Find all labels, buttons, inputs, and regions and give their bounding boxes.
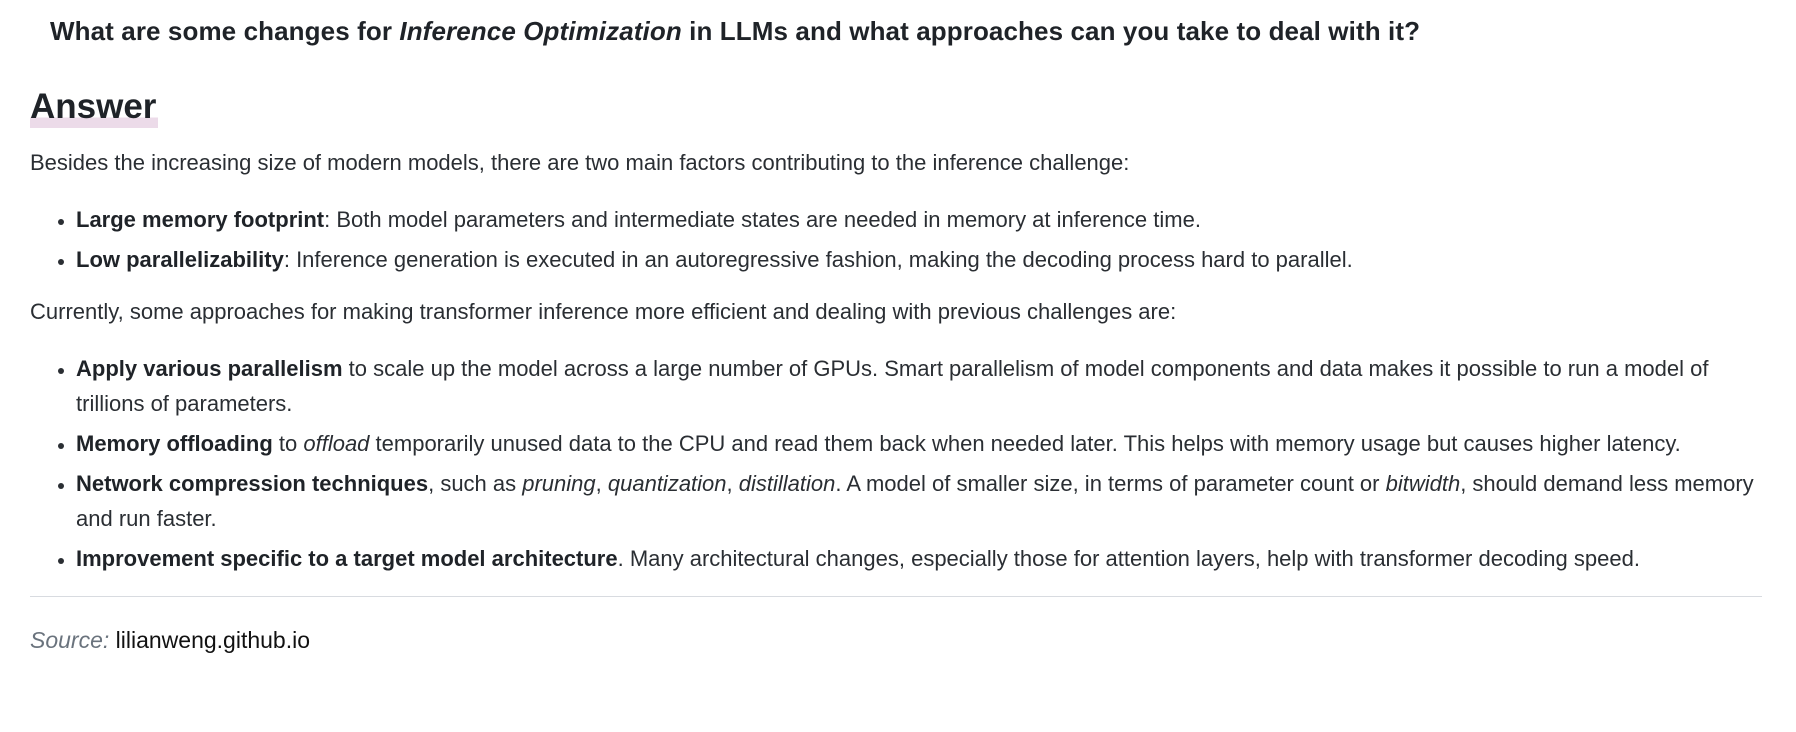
approach-emphasis-bitwidth: bitwidth	[1385, 471, 1461, 496]
list-item-approach: Improvement specific to a target model a…	[76, 541, 1766, 576]
answer-heading: Answer	[30, 87, 159, 128]
factor-text: : Both model parameters and intermediate…	[324, 207, 1201, 232]
approach-term: Memory offloading	[76, 431, 273, 456]
divider	[30, 596, 1762, 597]
list-item-approach: Memory offloading to offload temporarily…	[76, 426, 1766, 461]
source-link[interactable]: lilianweng.github.io	[116, 627, 310, 653]
approach-text-pre: , such as	[428, 471, 523, 496]
approach-text: . Many architectural changes, especially…	[617, 546, 1640, 571]
source-line: Source: lilianweng.github.io	[30, 625, 1766, 655]
approach-term: Improvement specific to a target model a…	[76, 546, 618, 571]
list-item-approach: Network compression techniques, such as …	[76, 466, 1766, 536]
list-item-approach: Apply various parallelism to scale up th…	[76, 351, 1766, 421]
article: What are some changes for Inference Opti…	[0, 0, 1796, 732]
approach-term: Network compression techniques	[76, 471, 429, 496]
factors-list: Large memory footprint: Both model param…	[30, 202, 1766, 277]
approach-text-mid: . A model of smaller size, in terms of p…	[835, 471, 1386, 496]
list-item-factor: Large memory footprint: Both model param…	[76, 202, 1766, 237]
factor-term: Large memory footprint	[76, 207, 325, 232]
approach-emphasis-distillation: distillation	[738, 471, 836, 496]
question-text-before: What are some changes for	[50, 16, 400, 46]
source-label: Source:	[30, 627, 110, 653]
approach-text-pre: to	[272, 431, 304, 456]
question-text-after: in LLMs and what approaches can you take…	[681, 16, 1421, 46]
approach-emphasis-quantization: quantization	[607, 471, 727, 496]
approach-separator: ,	[726, 471, 739, 496]
approach-emphasis-pruning: pruning	[522, 471, 596, 496]
approach-term: Apply various parallelism	[76, 356, 343, 381]
factor-text: : Inference generation is executed in an…	[283, 247, 1353, 272]
approach-text: temporarily unused data to the CPU and r…	[369, 431, 1681, 456]
approaches-list: Apply various parallelism to scale up th…	[30, 351, 1766, 576]
intro-paragraph: Besides the increasing size of modern mo…	[30, 150, 1130, 175]
question-heading: What are some changes for Inference Opti…	[30, 0, 1766, 48]
factor-term: Low parallelizability	[76, 247, 284, 272]
list-item-factor: Low parallelizability: Inference generat…	[76, 242, 1766, 277]
approaches-intro-paragraph: Currently, some approaches for making tr…	[30, 299, 1177, 324]
approach-separator: ,	[595, 471, 608, 496]
approach-emphasis: offload	[303, 431, 370, 456]
question-emphasis: Inference Optimization	[399, 16, 682, 46]
